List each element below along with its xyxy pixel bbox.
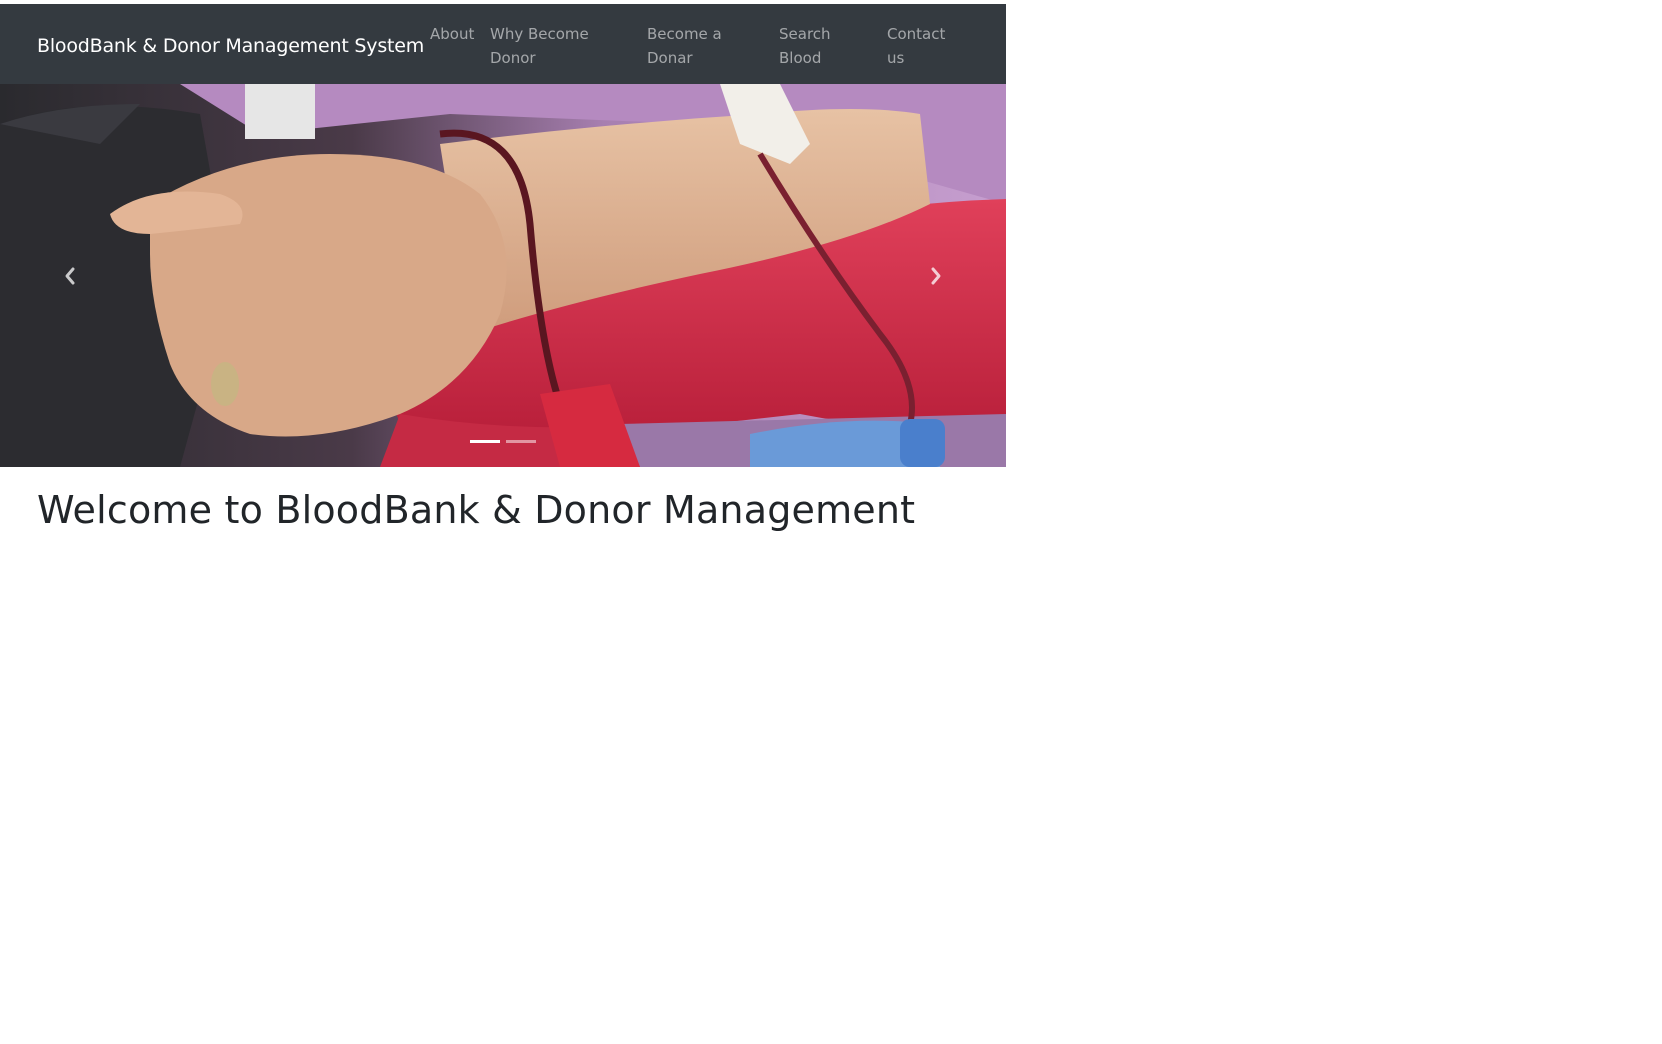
nav-link-label-line2: us [887,49,905,67]
nav-link-become-donar[interactable]: Become a Donar [647,22,722,70]
hero-carousel [0,84,1006,467]
carousel-prev-control[interactable] [0,84,140,467]
carousel-indicator-1[interactable] [470,440,500,443]
carousel-indicator-2[interactable] [506,440,536,443]
nav-link-contact-us[interactable]: Contact us [887,22,945,70]
carousel-indicators [470,440,536,443]
nav-link-about[interactable]: About [430,22,474,46]
nav-link-label-line2: Blood [779,49,822,67]
nav-link-label-line1: Contact [887,25,946,43]
nav-link-label-line1: Become a [647,25,722,43]
nav-link-why-become-donor[interactable]: Why Become Donor [490,22,589,70]
chevron-left-icon [65,267,75,284]
top-navbar: BloodBank & Donor Management System Abou… [0,4,1006,84]
nav-link-label-line2: Donor [490,49,536,67]
nav-link-label-line1: Why Become [490,25,589,43]
page: BloodBank & Donor Management System Abou… [0,4,1006,467]
nav-link-about-label: About [430,25,475,43]
nav-link-label-line1: Search [779,25,831,43]
page-title: Welcome to BloodBank & Donor Management [37,488,916,532]
carousel-next-control[interactable] [866,84,1006,467]
brand-link[interactable]: BloodBank & Donor Management System [37,35,424,57]
nav-link-label-line2: Donar [647,49,693,67]
blood-donation-photo [0,84,1006,467]
chevron-right-icon [931,267,941,284]
nav-link-search-blood[interactable]: Search Blood [779,22,831,70]
